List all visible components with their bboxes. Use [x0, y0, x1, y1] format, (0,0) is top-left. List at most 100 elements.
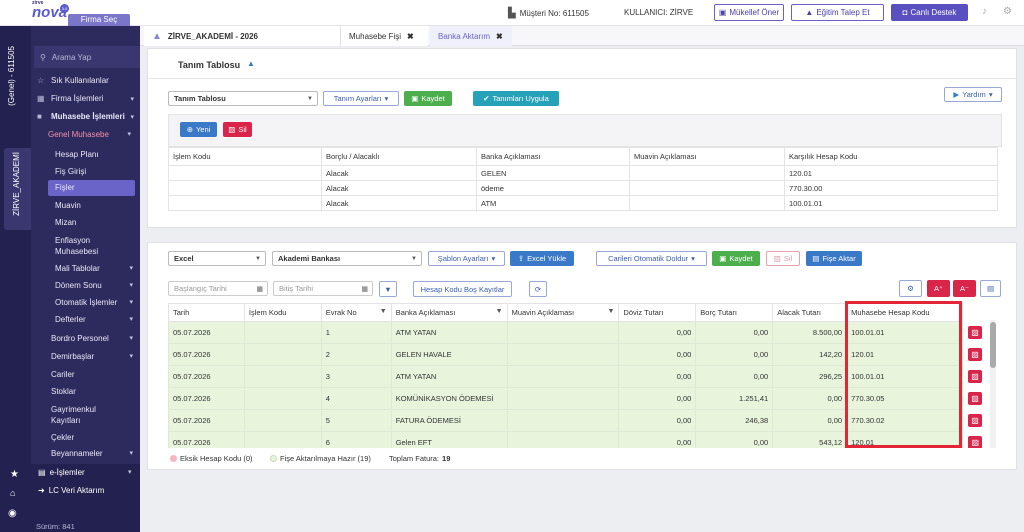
menu-firma-islemleri[interactable]: ▦ Firma İşlemleri ▾ [31, 94, 140, 103]
help-button[interactable]: ▶ Yardım ▾ [944, 87, 1002, 102]
star-icon[interactable]: ★ [10, 469, 19, 480]
fise-aktar-button[interactable]: ▤ Fişe Aktar [806, 251, 862, 266]
column-borclu-alacakli[interactable]: Borçlu / Alacaklı [321, 147, 477, 166]
sablon-ayarlari-button[interactable]: Şablon Ayarları ▾ [428, 251, 505, 266]
bank-save-button[interactable]: ▣ Kaydet [712, 251, 760, 266]
column-doviz-tutari[interactable]: Döviz Tutarı [618, 303, 697, 322]
settings-button[interactable]: ⚙ [899, 280, 922, 297]
definition-save-button[interactable]: ▣ Kaydet [404, 91, 452, 106]
excel-yukle-button[interactable]: ⇪ Excel Yükle [510, 251, 574, 266]
cookie-icon[interactable]: ◉ [8, 508, 17, 519]
sidebar-item-donem-sonu[interactable]: Dönem Sonu ▾ [55, 281, 135, 290]
definition-delete-button[interactable]: ▨ Sil [223, 122, 252, 137]
chevron-up-icon[interactable]: ▲ [247, 59, 255, 68]
menu-sik-kullanilanlar[interactable]: ☆ Sık Kullanılanlar [31, 76, 140, 85]
column-muhasebe-hesap-kodu[interactable]: Muhasebe Hesap Kodu [846, 303, 963, 322]
column-muavin-aciklamasi[interactable]: Muavin Açıklaması ▼ [506, 303, 620, 322]
menu-lc-veri-aktarim[interactable]: ➜ LC Veri Aktarım [38, 486, 104, 495]
tanim-ayarlari-button[interactable]: Tanım Ayarları ▾ [323, 91, 399, 106]
canli-destek-button[interactable]: ◘ Canlı Destek [891, 4, 968, 21]
filter-icon[interactable]: ▼ [607, 308, 614, 315]
new-button[interactable]: ⊕ Yeni [180, 122, 217, 137]
apply-definitions-button[interactable]: ✔ Tanımları Uygula [473, 91, 559, 106]
sidebar-item-gayrimenkul[interactable]: Gayrimenkul Kayıtları [51, 404, 111, 426]
close-icon[interactable]: ✖ [407, 32, 414, 41]
table-row[interactable]: 05.07.2026 3 ATM YATAN 0,00 0,00 296,25 100.01… [168, 365, 988, 388]
table-row[interactable]: 05.07.2026 1 ATM YATAN 0,00 0,00 8.500,00 100.… [168, 321, 988, 344]
menu-genel-muhasebe[interactable]: Genel Muhasebe ▾ [48, 130, 131, 139]
scrollbar-thumb[interactable] [990, 322, 996, 368]
active-company-tab[interactable]: ZİRVE_AKADEMİ [4, 148, 31, 230]
bank-delete-button[interactable]: ▨ Sil [766, 251, 800, 266]
format-select[interactable]: Excel ▼ [168, 251, 266, 266]
sidebar-item-beyannameler[interactable]: Beyannameler ▾ [51, 449, 135, 458]
sidebar-item-muavin[interactable]: Muavin [55, 201, 135, 210]
sidebar-item-mizan[interactable]: Mizan [55, 218, 135, 227]
table-row[interactable]: 05.07.2026 6 Gelen EFT 0,00 0,00 543,12 120.01… [168, 431, 988, 448]
table-cell: 05.07.2026 [168, 365, 245, 388]
close-icon[interactable]: ✖ [496, 32, 503, 41]
column-borc-tutari[interactable]: Borç Tutarı [695, 303, 774, 322]
start-date-input[interactable]: Başlangıç Tarihi ▦ [168, 281, 268, 296]
column-muavin-aciklamasi[interactable]: Muavin Açıklaması [629, 147, 785, 166]
column-alacak-tutari[interactable]: Alacak Tutarı [772, 303, 848, 322]
menu-muhasebe-islemleri[interactable]: ■ Muhasebe İşlemleri ▾ [31, 112, 140, 121]
filter-button[interactable]: ▼ [379, 281, 397, 297]
refresh-button[interactable]: ⟳ [529, 281, 547, 297]
sidebar-item-enflasyon[interactable]: Enflasyon Muhasebesi [55, 235, 115, 257]
egitim-talep-button[interactable]: ▲ Eğitim Talep Et [791, 4, 884, 21]
sidebar-item-defterler[interactable]: Defterler ▾ [55, 315, 135, 324]
sidebar-item-bordro[interactable]: Bordro Personel ▾ [51, 334, 135, 343]
end-date-input[interactable]: Bitiş Tarihi ▦ [273, 281, 373, 296]
table-row[interactable]: 05.07.2026 2 GELEN HAVALE 0,00 0,00 142,20 120… [168, 343, 988, 366]
table-row[interactable]: 05.07.2026 4 KOMÜNİKASYON ÖDEMESİ 0,00 1.251… [168, 387, 988, 410]
empty-account-button[interactable]: Hesap Kodu Boş Kayıtlar [413, 281, 512, 297]
table-row[interactable]: 05.07.2026 5 FATURA ÖDEMESİ 0,00 246,38 0,00 7… [168, 409, 988, 432]
export-button[interactable]: ▤ [980, 280, 1001, 297]
sidebar-item-cekler[interactable]: Çekler [51, 433, 131, 442]
column-karsilik-hesap-kodu[interactable]: Karşılık Hesap Kodu [784, 147, 998, 166]
company-tab[interactable]: ▲ ZİRVE_AKADEMİ - 2026 [144, 26, 340, 46]
sidebar-item-demirbaslar[interactable]: Demirbaşlar ▾ [51, 352, 135, 361]
bank-icon[interactable]: ⌂ [10, 488, 15, 498]
menu-e-islemler[interactable]: ▤ e-İşlemler [38, 468, 85, 477]
column-banka-aciklamasi[interactable]: Banka Açıklaması ▼ [390, 303, 508, 322]
bank-select[interactable]: Akademi Bankası ▼ [272, 251, 422, 266]
column-islem-kodu[interactable]: İşlem Kodu [243, 303, 322, 322]
sidebar-item-cariler[interactable]: Cariler [51, 370, 131, 379]
trash-icon[interactable]: ▨ [968, 436, 983, 448]
table-row[interactable]: Alacak GELEN 120.01 [168, 165, 998, 181]
column-banka-aciklamasi[interactable]: Banka Açıklaması [476, 147, 630, 166]
trash-icon[interactable]: ▨ [967, 348, 982, 361]
trash-icon[interactable]: ▨ [967, 326, 982, 339]
table-row[interactable]: Alacak ödeme 770.30.00 [168, 180, 998, 196]
carileri-doldur-button[interactable]: Carileri Otomatik Doldur ▾ [596, 251, 707, 266]
column-islem-kodu[interactable]: İşlem Kodu [168, 147, 322, 166]
sidebar-item-hesap-plani[interactable]: Hesap Planı [55, 150, 135, 159]
tab-banka-aktarim[interactable]: Banka Aktarım ✖ [430, 26, 512, 46]
sidebar-item-fis-girisi[interactable]: Fiş Girişi [55, 167, 135, 176]
settings-icon[interactable]: ⚙ [1003, 6, 1012, 17]
sidebar-search[interactable]: ⚲ Arama Yap [34, 46, 140, 68]
trash-icon[interactable]: ▨ [967, 392, 982, 405]
definition-table-select[interactable]: Tanım Tablosu ▼ [168, 91, 318, 106]
tab-muhasebe-fisi[interactable]: Muhasebe Fişi ✖ [340, 26, 428, 46]
sidebar-item-otomatik-islemler[interactable]: Otomatik İşlemler ▾ [55, 298, 135, 307]
filter-icon[interactable]: ▼ [496, 308, 503, 315]
bank-table-scrollbar[interactable] [990, 320, 996, 448]
sidebar-item-mali-tablolar[interactable]: Mali Tablolar ▾ [55, 264, 135, 273]
sidebar-item-stoklar[interactable]: Stoklar [51, 387, 131, 396]
filter-icon[interactable]: ▼ [380, 308, 387, 315]
trash-icon[interactable]: ▨ [967, 414, 982, 427]
table-row[interactable]: Alacak ATM 100.01.01 [168, 195, 998, 211]
font-increase-button[interactable]: A⁺ [927, 280, 950, 297]
column-tarih[interactable]: Tarih [168, 303, 245, 322]
mukellef-oner-button[interactable]: ▣ Mükellef Öner [714, 4, 784, 21]
bell-icon[interactable]: ♪ [982, 6, 987, 17]
firma-sec-button[interactable]: Firma Seç [68, 14, 130, 26]
sidebar-item-fisler[interactable]: Fişler [48, 180, 135, 196]
column-evrak-no[interactable]: Evrak No ▼ [320, 303, 392, 322]
trash-icon[interactable]: ▨ [967, 370, 982, 383]
font-decrease-button[interactable]: A⁻ [953, 280, 976, 297]
app-logo[interactable]: zirve nova 3.0 muhasebe [32, 1, 106, 24]
